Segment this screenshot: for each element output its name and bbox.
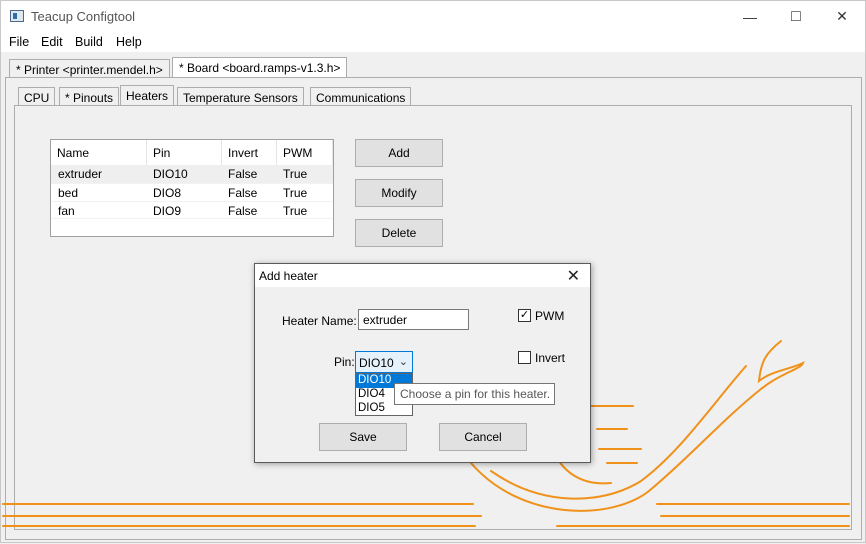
delete-button[interactable]: Delete bbox=[355, 219, 443, 247]
app-window: Teacup Configtool — □ ✕ File Edit Build … bbox=[0, 0, 866, 543]
heater-table[interactable]: Name Pin Invert PWM extruder DIO10 False… bbox=[50, 139, 334, 237]
cell-pin: DIO10 bbox=[153, 167, 188, 181]
dialog-title-bar: Add heater ✕ bbox=[255, 264, 590, 287]
cell-name: bed bbox=[58, 186, 79, 200]
pwm-checkbox[interactable]: ✓ bbox=[518, 309, 531, 322]
pin-select[interactable]: DIO10 ⌄ bbox=[355, 351, 413, 373]
save-button[interactable]: Save bbox=[319, 423, 407, 451]
cell-name: fan bbox=[58, 204, 75, 218]
cell-pwm: True bbox=[283, 167, 308, 181]
pin-label: Pin: bbox=[334, 355, 355, 369]
column-header-invert[interactable]: Invert bbox=[222, 140, 277, 165]
dialog-close-icon[interactable]: ✕ bbox=[567, 266, 580, 286]
column-header-pwm[interactable]: PWM bbox=[277, 140, 333, 165]
cell-invert: False bbox=[228, 204, 258, 218]
pwm-label: PWM bbox=[535, 309, 565, 323]
cell-pin: DIO8 bbox=[153, 186, 182, 200]
cancel-button[interactable]: Cancel bbox=[439, 423, 527, 451]
pin-tooltip: Choose a pin for this heater. bbox=[394, 383, 555, 405]
cell-pwm: True bbox=[283, 204, 308, 218]
cell-pin: DIO9 bbox=[153, 204, 182, 218]
cell-pwm: True bbox=[283, 186, 308, 200]
add-heater-dialog: Add heater ✕ Heater Name: ✓ PWM Invert P… bbox=[254, 263, 591, 463]
table-row[interactable]: bed DIO8 False True bbox=[51, 183, 333, 201]
heater-name-input[interactable] bbox=[358, 309, 469, 330]
invert-label: Invert bbox=[535, 351, 566, 365]
dialog-title: Add heater bbox=[259, 269, 318, 283]
cell-invert: False bbox=[228, 167, 258, 181]
column-header-pin[interactable]: Pin bbox=[147, 140, 222, 165]
table-row[interactable]: fan DIO9 False True bbox=[51, 201, 333, 219]
pin-select-value: DIO10 bbox=[359, 356, 394, 370]
column-header-name[interactable]: Name bbox=[51, 140, 147, 165]
invert-checkbox[interactable] bbox=[518, 351, 531, 364]
add-button[interactable]: Add bbox=[355, 139, 443, 167]
heater-name-label: Heater Name: bbox=[282, 314, 357, 328]
cell-invert: False bbox=[228, 186, 258, 200]
chevron-down-icon: ⌄ bbox=[398, 356, 408, 368]
checkmark-icon: ✓ bbox=[519, 309, 530, 321]
table-row[interactable]: extruder DIO10 False True bbox=[51, 165, 333, 183]
cell-name: extruder bbox=[58, 167, 103, 181]
modify-button[interactable]: Modify bbox=[355, 179, 443, 207]
